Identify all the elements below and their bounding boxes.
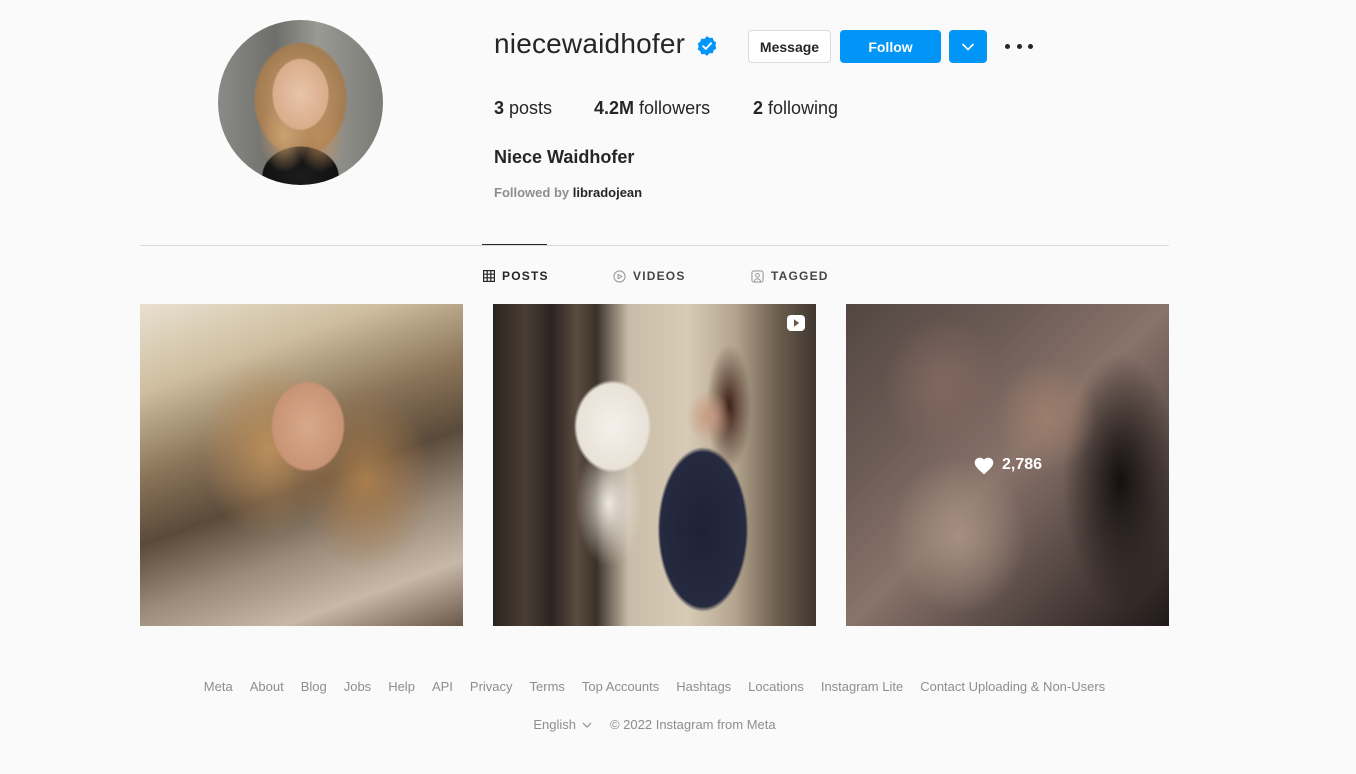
copyright-text: © 2022 Instagram from Meta [609, 717, 776, 732]
footer-link-meta[interactable]: Meta [204, 679, 233, 694]
footer-link-hashtags[interactable]: Hashtags [676, 679, 731, 694]
footer-link-instagram-lite[interactable]: Instagram Lite [821, 679, 903, 694]
post-thumbnail-hovered[interactable]: 2,786 [846, 304, 1169, 626]
profile-username: niecewaidhofer [494, 28, 686, 59]
grid-icon [483, 270, 495, 282]
suggested-accounts-dropdown-button[interactable] [949, 30, 987, 63]
footer-link-top-accounts[interactable]: Top Accounts [582, 679, 659, 694]
footer-link-contact-uploading[interactable]: Contact Uploading & Non-Users [920, 679, 1105, 694]
footer-link-help[interactable]: Help [388, 679, 415, 694]
tab-tagged[interactable]: TAGGED [751, 266, 829, 286]
post-thumbnail-video[interactable] [493, 304, 816, 626]
likes-overlay: 2,786 [846, 304, 1169, 626]
profile-avatar[interactable] [218, 20, 383, 185]
footer-link-blog[interactable]: Blog [301, 679, 327, 694]
footer-bottom: English © 2022 Instagram from Meta [0, 717, 1309, 732]
play-circle-icon [613, 269, 626, 283]
follow-button[interactable]: Follow [840, 30, 941, 63]
active-tab-indicator [482, 244, 547, 245]
footer-link-locations[interactable]: Locations [748, 679, 804, 694]
followed-by-user-link[interactable]: libradojean [573, 185, 642, 200]
tabs-divider [140, 245, 1169, 246]
verified-badge-icon [697, 36, 717, 56]
footer-link-terms[interactable]: Terms [530, 679, 565, 694]
post-thumbnail[interactable] [140, 304, 463, 626]
chevron-down-icon [582, 722, 592, 728]
posts-count: 3 posts [494, 98, 553, 118]
chevron-down-icon [962, 43, 974, 50]
footer-link-privacy[interactable]: Privacy [470, 679, 513, 694]
footer-link-api[interactable]: API [432, 679, 453, 694]
tab-posts[interactable]: POSTS [483, 266, 549, 286]
video-play-icon [787, 315, 805, 331]
message-button[interactable]: Message [748, 30, 831, 63]
tagged-icon [751, 269, 764, 283]
heart-icon [974, 457, 994, 475]
tab-videos[interactable]: VIDEOS [613, 266, 686, 286]
likes-count: 2,786 [1001, 456, 1043, 473]
footer-link-about[interactable]: About [250, 679, 284, 694]
profile-full-name: Niece Waidhofer [494, 147, 635, 167]
footer-link-jobs[interactable]: Jobs [344, 679, 371, 694]
followers-link[interactable]: 4.2M followers [594, 98, 710, 119]
followed-by-text: Followed by libradojean [494, 185, 643, 200]
language-selector[interactable]: English [533, 717, 592, 732]
footer-links: Meta About Blog Jobs Help API Privacy Te… [0, 679, 1309, 694]
more-options-icon[interactable] [1005, 37, 1033, 55]
following-link[interactable]: 2 following [753, 98, 838, 119]
